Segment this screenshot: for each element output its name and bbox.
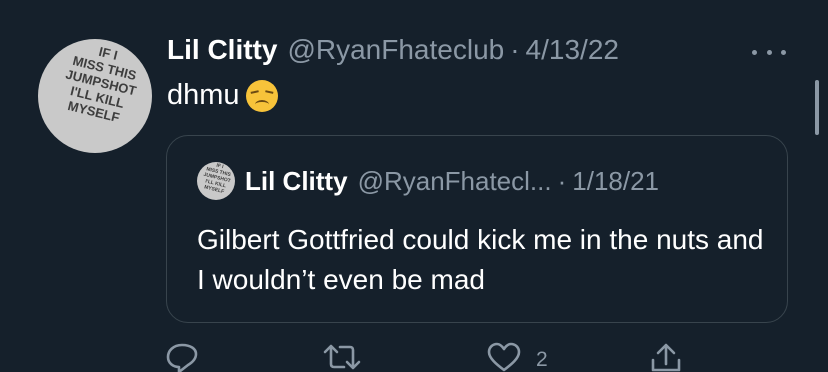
quoted-display-name: Lil Clitty	[245, 166, 348, 196]
scrollbar[interactable]	[815, 80, 819, 135]
reply-button[interactable]	[164, 342, 200, 372]
share-button[interactable]	[648, 342, 684, 372]
quoted-handle: @RyanFhatecl...	[357, 166, 552, 196]
quoted-header: Lil Clitty @RyanFhatecl... · 1/18/21	[245, 166, 659, 197]
more-options-icon[interactable]	[752, 42, 786, 62]
separator-dot: ·	[510, 34, 520, 65]
tweet-text-content: dhmu	[167, 79, 240, 111]
like-count: 2	[536, 348, 548, 371]
like-button[interactable]: 2	[486, 342, 548, 372]
quoted-text: Gilbert Gottfried could kick me in the n…	[197, 224, 764, 295]
heart-icon	[487, 342, 521, 372]
retweet-button[interactable]	[322, 342, 362, 372]
quoted-date: 1/18/21	[572, 166, 660, 196]
reply-icon	[166, 343, 198, 372]
tweet-header: Lil Clitty @RyanFhateclub · 4/13/22	[167, 34, 619, 74]
tweet-text: dhmu	[167, 79, 278, 112]
handle[interactable]: @RyanFhateclub	[287, 34, 504, 66]
quoted-separator-dot: ·	[557, 166, 567, 196]
tweet[interactable]: IF I MISS THIS JUMPSHOT I'LL KILL MYSELF…	[0, 0, 828, 372]
tweet-date[interactable]: 4/13/22	[526, 34, 619, 66]
quoted-avatar-shirt-text: IF I MISS THIS JUMPSHOT I'LL KILL MYSELF	[202, 162, 232, 196]
quoted-avatar: IF I MISS THIS JUMPSHOT I'LL KILL MYSELF	[197, 162, 235, 200]
display-name[interactable]: Lil Clitty	[167, 34, 277, 66]
disappointed-face-emoji	[245, 79, 278, 112]
avatar-shirt-text: IF I MISS THIS JUMPSHOT I'LL KILL MYSELF	[64, 43, 138, 126]
avatar[interactable]: IF I MISS THIS JUMPSHOT I'LL KILL MYSELF	[38, 39, 152, 153]
quoted-tweet[interactable]: IF I MISS THIS JUMPSHOT I'LL KILL MYSELF…	[166, 135, 788, 323]
share-icon	[651, 343, 681, 372]
retweet-icon	[323, 344, 361, 370]
